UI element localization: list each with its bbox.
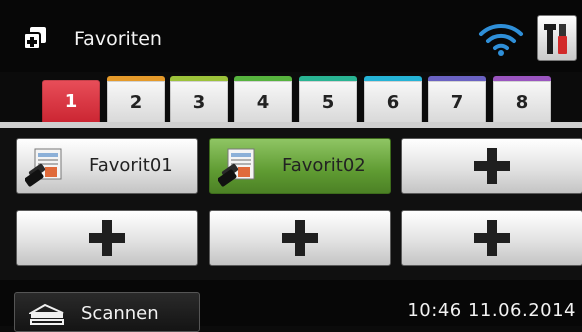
plus-icon [282,220,318,256]
favorite-button-1[interactable]: Favorit01 [16,138,198,194]
tab-7[interactable]: 7 [428,76,486,126]
add-favorite-button-6[interactable] [401,210,582,266]
tab-3[interactable]: 3 [170,76,228,126]
favorites-icon [24,27,46,49]
add-favorite-button-4[interactable] [16,210,198,266]
plus-icon [474,220,510,256]
tab-1[interactable]: 1 [42,80,100,126]
tab-2[interactable]: 2 [107,76,165,126]
scanner-icon [29,303,64,325]
plus-icon [89,220,125,256]
usb-scan-icon [25,148,62,187]
scan-button-label: Scannen [81,303,159,324]
usb-scan-icon [218,148,255,187]
favorite-label-2: Favorit02 [282,155,366,176]
favorite-button-2[interactable]: Favorit02 [209,138,391,194]
tab-bar: 1 2 3 4 5 6 7 8 [0,72,582,126]
wifi-icon[interactable] [478,22,524,56]
tab-6[interactable]: 6 [364,76,422,126]
add-favorite-button-3[interactable] [401,138,582,194]
date-time-display: 10:46 11.06.2014 [407,300,576,321]
tab-5[interactable]: 5 [299,76,357,126]
settings-tools-icon [544,24,567,54]
header-bar: Favoriten [0,0,582,72]
tab-8[interactable]: 8 [493,76,551,126]
page-title: Favoriten [74,28,162,50]
scan-button[interactable]: Scannen [14,292,200,332]
tab-4[interactable]: 4 [234,76,292,126]
add-favorite-button-5[interactable] [209,210,391,266]
footer-bar: Scannen 10:46 11.06.2014 [0,280,582,332]
settings-button[interactable] [537,15,577,61]
plus-icon [474,148,510,184]
favorites-grid: Favorit01 Favorit02 [0,128,582,280]
favorite-label-1: Favorit01 [89,155,173,176]
